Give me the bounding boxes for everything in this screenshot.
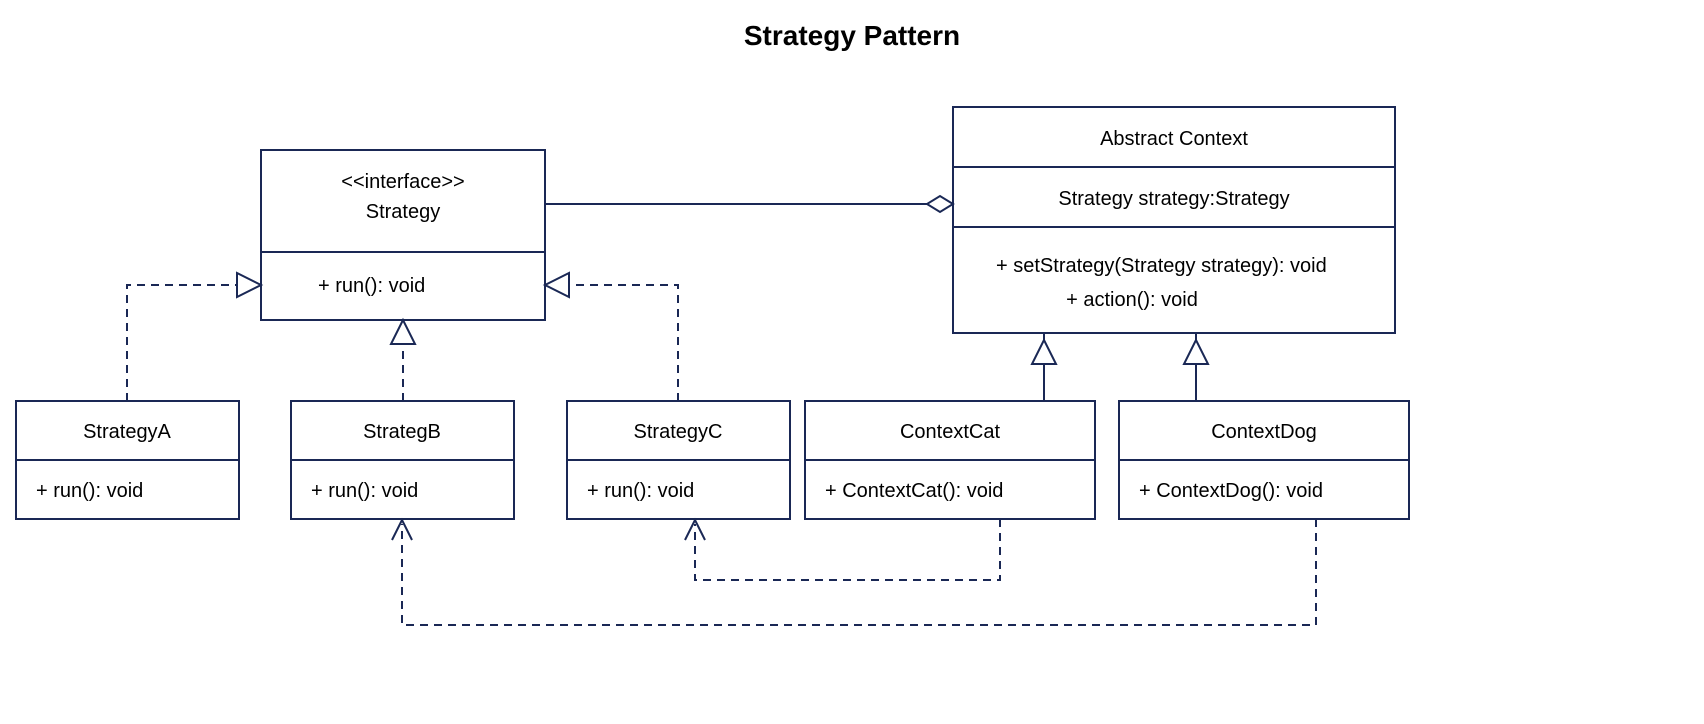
- edge-strategy-b-realize: [391, 320, 415, 401]
- context-cat-method: + ContextCat(): void: [825, 480, 1003, 502]
- edge-context-cat-generalize: [1032, 333, 1056, 401]
- edge-strategy-a-realize: [127, 273, 261, 401]
- context-cat-name: ContextCat: [900, 421, 1000, 443]
- edge-strategy-aggregation: [545, 196, 953, 212]
- diagram-title: Strategy Pattern: [744, 20, 960, 51]
- class-strategy-c: StrategyC + run(): void: [567, 401, 790, 519]
- edge-context-cat-dep: [685, 519, 1000, 580]
- abstract-context-m1: + setStrategy(Strategy strategy): void: [996, 255, 1327, 277]
- edge-strategy-c-realize: [545, 273, 678, 401]
- strategy-pattern-diagram: Strategy Pattern <<interface>> Strategy …: [0, 0, 1704, 724]
- strategy-a-method: + run(): void: [36, 480, 143, 502]
- class-strategy-a: StrategyA + run(): void: [16, 401, 239, 519]
- class-strategy: <<interface>> Strategy + run(): void: [261, 150, 545, 320]
- context-dog-name: ContextDog: [1211, 421, 1317, 443]
- class-abstract-context: Abstract Context Strategy strategy:Strat…: [953, 107, 1395, 333]
- strategy-c-method: + run(): void: [587, 480, 694, 502]
- strategy-b-method: + run(): void: [311, 480, 418, 502]
- class-context-cat: ContextCat + ContextCat(): void: [805, 401, 1095, 519]
- strategy-stereotype: <<interface>>: [341, 171, 464, 193]
- class-strategy-b: StrategB + run(): void: [291, 401, 514, 519]
- edge-context-dog-dep: [392, 519, 1316, 625]
- strategy-b-name: StrategB: [363, 421, 441, 443]
- abstract-context-name: Abstract Context: [1100, 128, 1248, 150]
- abstract-context-attr: Strategy strategy:Strategy: [1058, 188, 1289, 210]
- class-context-dog: ContextDog + ContextDog(): void: [1119, 401, 1409, 519]
- context-dog-method: + ContextDog(): void: [1139, 480, 1323, 502]
- edge-context-dog-generalize: [1184, 333, 1208, 401]
- strategy-a-name: StrategyA: [83, 421, 171, 443]
- strategy-method: + run(): void: [318, 275, 425, 297]
- strategy-name: Strategy: [366, 201, 440, 223]
- strategy-c-name: StrategyC: [634, 421, 723, 443]
- abstract-context-m2: + action(): void: [1066, 289, 1198, 311]
